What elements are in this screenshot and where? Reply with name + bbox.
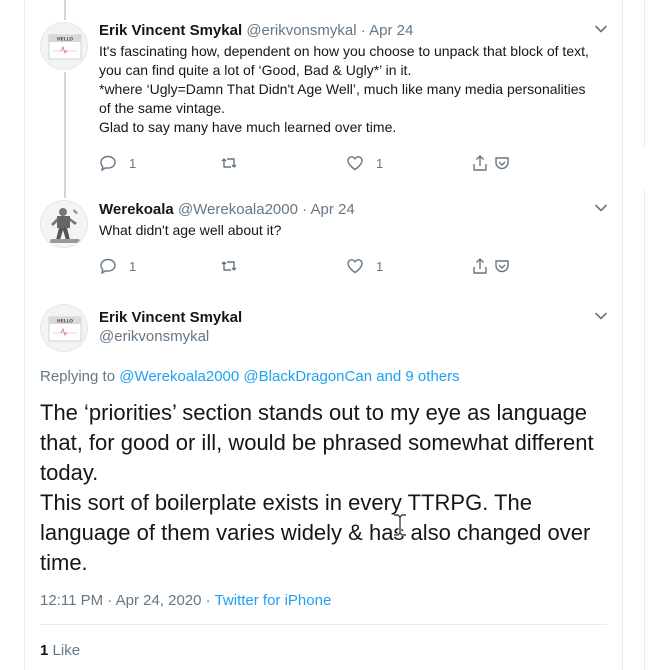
display-name[interactable]: Erik Vincent Smykal <box>99 22 242 39</box>
hello-name-tag-icon: HELLO <box>41 305 87 351</box>
tweet-actions: 1 1 <box>99 154 519 174</box>
pocket-button[interactable] <box>493 257 511 275</box>
tweet-meta: 12:11 PM · Apr 24, 2020 · Twitter for iP… <box>40 591 331 611</box>
display-name[interactable]: Erik Vincent Smykal <box>99 308 242 328</box>
tweet-actions: 1 1 <box>99 257 519 277</box>
separator: · <box>360 22 366 39</box>
tweet-text: What didn't age well about it? <box>99 222 282 238</box>
hello-name-tag-icon: HELLO <box>41 23 87 69</box>
tweet-date[interactable]: Apr 24 <box>369 22 413 39</box>
share-icon <box>473 155 487 171</box>
user-handle[interactable]: @erikvonsmykal <box>99 327 242 347</box>
like-label: Like <box>52 642 81 659</box>
chevron-down-icon[interactable] <box>594 22 608 36</box>
reply-button[interactable]: 1 <box>99 257 136 275</box>
likes-summary[interactable]: 1 Like <box>40 641 80 661</box>
robot-figure-icon <box>41 201 87 247</box>
tweet-header: Erik Vincent Smykal @erikvonsmykal · Apr… <box>99 21 413 41</box>
avatar[interactable]: HELLO <box>40 22 88 70</box>
thread-connector <box>64 72 66 198</box>
user-handle[interactable]: @erikvonsmykal <box>246 22 356 39</box>
thread-connector <box>64 0 66 20</box>
retweet-button[interactable] <box>220 257 250 275</box>
share-button[interactable] <box>471 257 489 275</box>
share-button[interactable] <box>471 154 489 172</box>
avatar[interactable] <box>40 200 88 248</box>
tweet-text: It's fascinating how, dependent on how y… <box>99 43 589 135</box>
chevron-down-icon[interactable] <box>594 201 608 215</box>
heart-icon <box>347 156 363 171</box>
pocket-icon <box>495 157 509 170</box>
pocket-button[interactable] <box>493 154 511 172</box>
tweet-header: Erik Vincent Smykal @erikvonsmykal <box>99 308 242 347</box>
reply-button[interactable]: 1 <box>99 154 136 172</box>
svg-text:HELLO: HELLO <box>57 319 73 325</box>
display-name[interactable]: Werekoala <box>99 201 174 218</box>
like-button[interactable]: 1 <box>346 257 383 275</box>
reply-icon <box>100 258 116 275</box>
reply-count: 1 <box>129 155 137 171</box>
tweet-date[interactable]: Apr 24 <box>310 201 354 218</box>
like-total: 1 <box>40 642 49 659</box>
user-handle[interactable]: @Werekoala2000 <box>178 201 298 218</box>
text-cursor-icon <box>394 514 406 536</box>
separator: · <box>205 592 211 609</box>
svg-text:HELLO: HELLO <box>57 37 73 43</box>
source-link[interactable]: Twitter for iPhone <box>215 592 332 609</box>
pocket-icon <box>495 260 509 273</box>
avatar[interactable]: HELLO <box>40 304 88 352</box>
chevron-down-icon[interactable] <box>594 309 608 323</box>
tweet-header: Werekoala @Werekoala2000 · Apr 24 <box>99 200 355 220</box>
tweet-text: The ‘priorities’ section stands out to m… <box>40 400 594 575</box>
heart-icon <box>347 259 363 274</box>
sidebar-edge <box>644 0 645 148</box>
mention-link[interactable]: @Werekoala2000 <box>119 368 239 385</box>
reply-count: 1 <box>129 258 137 274</box>
like-count: 1 <box>376 258 384 274</box>
timestamp[interactable]: 12:11 PM · Apr 24, 2020 <box>40 592 202 609</box>
replying-prefix: Replying to <box>40 368 116 385</box>
retweet-icon <box>221 158 237 168</box>
retweet-button[interactable] <box>220 154 250 172</box>
sidebar-edge <box>644 190 645 670</box>
like-button[interactable]: 1 <box>346 154 383 172</box>
like-count: 1 <box>376 155 384 171</box>
others-link[interactable]: 9 others <box>405 368 459 385</box>
divider <box>40 624 607 625</box>
reply-icon <box>100 155 116 172</box>
share-icon <box>473 258 487 274</box>
mention-link[interactable]: @BlackDragonCan <box>243 368 372 385</box>
mention-joiner[interactable]: and <box>376 368 401 385</box>
separator: · <box>302 201 308 218</box>
replying-to: Replying to @Werekoala2000 @BlackDragonC… <box>40 367 460 387</box>
retweet-icon <box>221 261 237 271</box>
